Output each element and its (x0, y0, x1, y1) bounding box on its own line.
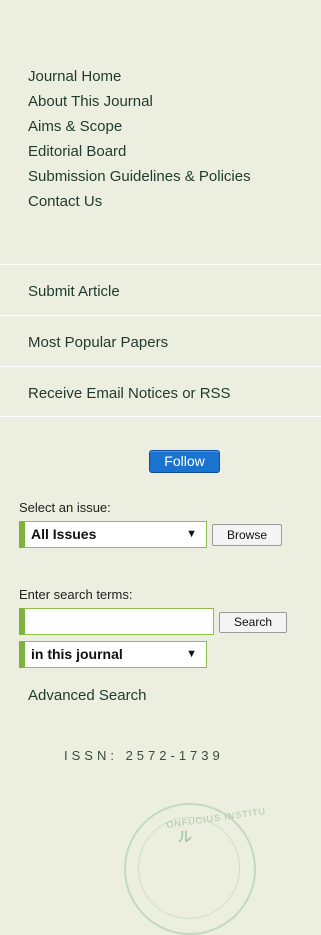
search-scope-value: in this journal (31, 646, 123, 662)
issn: ISSN: 2572-1739 (64, 748, 224, 763)
search-input[interactable] (19, 608, 214, 635)
divider (0, 264, 321, 265)
nav-journal-home[interactable]: Journal Home (28, 64, 251, 89)
search-label: Enter search terms: (19, 587, 133, 602)
divider (0, 416, 321, 417)
issue-label: Select an issue: (19, 500, 111, 515)
institute-seal-icon: ONFUCIUS INSTITU ル (124, 803, 267, 935)
seal-mark: ル (178, 829, 192, 845)
divider (0, 366, 321, 367)
follow-button[interactable]: Follow (149, 450, 220, 473)
dropdown-arrow-icon: ▼ (186, 528, 197, 540)
advanced-search-link[interactable]: Advanced Search (28, 687, 146, 704)
divider (0, 315, 321, 316)
issue-select[interactable]: All Issues ▼ (19, 521, 207, 548)
journal-nav: Journal Home About This Journal Aims & S… (28, 64, 251, 214)
search-scope-select[interactable]: in this journal ▼ (19, 641, 207, 668)
nav-submission-guidelines[interactable]: Submission Guidelines & Policies (28, 164, 251, 189)
most-popular-link[interactable]: Most Popular Papers (28, 334, 168, 351)
search-button[interactable]: Search (219, 612, 287, 633)
issue-select-value: All Issues (31, 526, 97, 542)
nav-aims-scope[interactable]: Aims & Scope (28, 114, 251, 139)
dropdown-arrow-icon: ▼ (186, 648, 197, 660)
submit-article-link[interactable]: Submit Article (28, 283, 120, 300)
email-rss-link[interactable]: Receive Email Notices or RSS (28, 385, 231, 402)
nav-about-journal[interactable]: About This Journal (28, 89, 251, 114)
browse-button[interactable]: Browse (212, 524, 282, 546)
nav-contact-us[interactable]: Contact Us (28, 189, 251, 214)
nav-editorial-board[interactable]: Editorial Board (28, 139, 251, 164)
